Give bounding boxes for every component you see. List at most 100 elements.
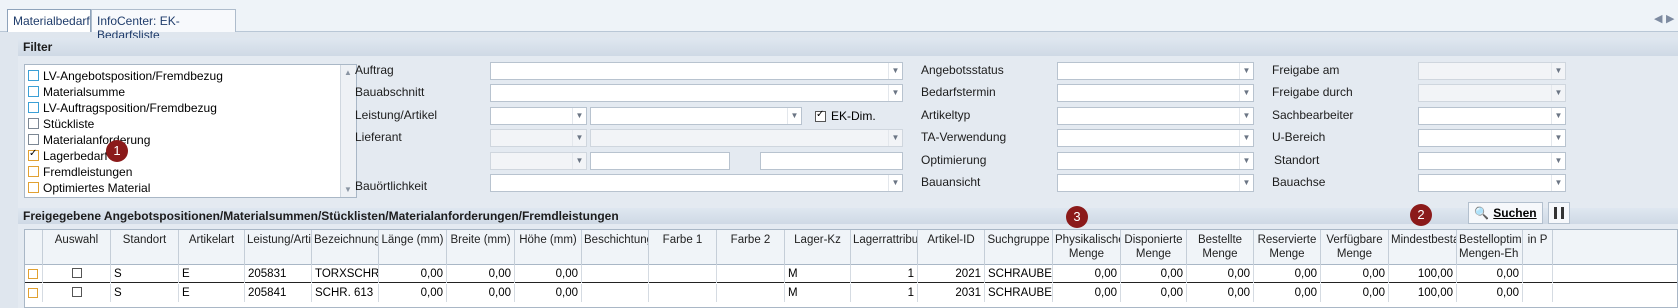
header-disponierte-menge[interactable]: Disponierte Menge	[1121, 230, 1187, 265]
type-item[interactable]: Materialsumme	[28, 84, 125, 99]
checkbox-icon[interactable]	[28, 166, 39, 177]
freigabe-am-combo[interactable]: ▼	[1418, 62, 1566, 80]
standort-combo[interactable]: ▼	[1418, 152, 1566, 170]
cell-auswahl[interactable]	[43, 284, 111, 302]
header-mindestbestand[interactable]: Mindestbesta	[1389, 230, 1457, 265]
header-verfuegbare-menge[interactable]: Verfügbare Menge	[1321, 230, 1389, 265]
header-in-p[interactable]: in P	[1523, 230, 1553, 265]
tab-materialbedarf[interactable]: Materialbedarf	[7, 9, 91, 32]
type-item[interactable]: LV-Angebotsposition/Fremdbezug	[28, 68, 223, 83]
chevron-down-icon[interactable]: ▼	[1551, 153, 1565, 169]
bedarfstermin-combo[interactable]: ▼	[1057, 84, 1254, 102]
checkbox-icon[interactable]	[71, 287, 82, 297]
header-standort[interactable]: Standort	[111, 230, 179, 265]
checkbox-icon[interactable]	[28, 134, 39, 145]
ta-verwendung-combo[interactable]: ▼	[1057, 129, 1254, 147]
table-row[interactable]: S E 205831 TORXSCHR. 0,00 0,00 0,00 M 1 …	[25, 265, 1677, 283]
tab-infocenter-ek-bedarfsliste[interactable]: InfoCenter: EK-Bedarfsliste	[91, 9, 236, 42]
sachbearbeiter-combo[interactable]: ▼	[1418, 107, 1566, 125]
header-farbe-1[interactable]: Farbe 1	[649, 230, 717, 265]
checkbox-icon[interactable]	[28, 182, 39, 193]
chevron-down-icon[interactable]: ▼	[888, 63, 902, 79]
header-bezeichnung[interactable]: Bezeichnung	[312, 230, 379, 265]
header-laenge[interactable]: Länge (mm)	[379, 230, 447, 265]
extra-field-2[interactable]	[760, 152, 903, 170]
auftrag-combo[interactable]: ▼	[490, 62, 903, 80]
header-auswahl[interactable]: Auswahl	[43, 230, 111, 265]
table-row[interactable]: S E 205841 SCHR. 613 0,00 0,00 0,00 M 1 …	[25, 284, 1677, 302]
chevron-down-icon[interactable]: ▼	[572, 130, 586, 146]
header-lager-kz[interactable]: Lager-Kz	[785, 230, 851, 265]
chevron-down-icon[interactable]: ▼	[1551, 175, 1565, 191]
type-item[interactable]: Lagerbedarf	[28, 148, 108, 163]
header-beschichtung[interactable]: Beschichtung	[582, 230, 649, 265]
header-breite[interactable]: Breite (mm)	[447, 230, 515, 265]
chevron-down-icon[interactable]: ▼	[1551, 108, 1565, 124]
tab-scroll-left-icon[interactable]: ◀	[1654, 12, 1662, 25]
optimierung-combo[interactable]: ▼	[1057, 152, 1254, 170]
type-item[interactable]: Optimiertes Material	[28, 180, 150, 195]
header-reservierte-menge[interactable]: Reservierte Menge	[1254, 230, 1321, 265]
checkbox-checked-icon[interactable]	[815, 109, 826, 122]
header-physikalische-menge[interactable]: Physikalische Menge	[1053, 230, 1121, 265]
ek-dim-checkbox[interactable]: EK-Dim.	[815, 109, 876, 123]
artikel-combo[interactable]: ▼	[590, 107, 802, 125]
chevron-down-icon[interactable]: ▼	[1551, 130, 1565, 146]
chevron-down-icon[interactable]: ▼	[888, 175, 902, 191]
chevron-down-icon[interactable]: ▼	[888, 130, 902, 146]
header-suchgruppe[interactable]: Suchgruppe	[985, 230, 1053, 265]
bauabschnitt-combo[interactable]: ▼	[490, 84, 903, 102]
artikeltyp-combo[interactable]: ▼	[1057, 107, 1254, 125]
scroll-up-icon[interactable]: ▲	[344, 68, 352, 77]
chevron-down-icon[interactable]: ▼	[572, 108, 586, 124]
type-item[interactable]: Materialanforderung	[28, 132, 150, 147]
extra-field-1[interactable]	[590, 152, 730, 170]
chevron-down-icon[interactable]: ▼	[787, 108, 801, 124]
chevron-down-icon[interactable]: ▼	[1239, 85, 1253, 101]
angebotsstatus-combo[interactable]: ▼	[1057, 62, 1254, 80]
bauansicht-combo[interactable]: ▼	[1057, 174, 1254, 192]
extra-combo[interactable]: ▼	[490, 152, 587, 170]
u-bereich-combo[interactable]: ▼	[1418, 129, 1566, 147]
checkbox-checked-icon[interactable]	[28, 148, 39, 161]
type-filter-list[interactable]: LV-Angebotsposition/Fremdbezug Materials…	[24, 64, 357, 198]
chevron-down-icon[interactable]: ▼	[1239, 175, 1253, 191]
checkbox-icon[interactable]	[28, 118, 39, 129]
chevron-down-icon[interactable]: ▼	[888, 85, 902, 101]
header-farbe-2[interactable]: Farbe 2	[717, 230, 785, 265]
leistung-combo[interactable]: ▼	[490, 107, 587, 125]
checkbox-icon[interactable]	[28, 70, 39, 81]
bauachse-combo[interactable]: ▼	[1418, 174, 1566, 192]
chevron-down-icon[interactable]: ▼	[1551, 63, 1565, 79]
checkbox-icon[interactable]	[28, 86, 39, 97]
type-item[interactable]: Fremdleistungen	[28, 164, 132, 179]
lieferant-name-combo[interactable]: ▼	[590, 129, 903, 147]
header-leistung-artikel[interactable]: Leistung/Arti	[245, 230, 312, 265]
header-lagerattribut[interactable]: Lagerrattribu	[851, 230, 918, 265]
results-grid[interactable]: Auswahl Standort Artikelart Leistung/Art…	[24, 229, 1678, 308]
bauoertlichkeit-combo[interactable]: ▼	[490, 174, 903, 192]
search-button[interactable]: 🔍 Suchen	[1468, 202, 1543, 224]
cell-auswahl[interactable]	[43, 265, 111, 283]
header-artikel-id[interactable]: Artikel-ID	[918, 230, 985, 265]
header-bestellte-menge[interactable]: Bestellte Menge	[1187, 230, 1254, 265]
header-hoehe[interactable]: Höhe (mm)	[515, 230, 582, 265]
freigabe-durch-combo[interactable]: ▼	[1418, 84, 1566, 102]
type-item[interactable]: Stückliste	[28, 116, 94, 131]
scroll-down-icon[interactable]: ▼	[344, 185, 352, 194]
type-item[interactable]: LV-Auftragsposition/Fremdbezug	[28, 100, 217, 115]
pause-button[interactable]	[1548, 202, 1570, 224]
chevron-down-icon[interactable]: ▼	[1551, 85, 1565, 101]
type-list-scrollbar[interactable]: ▲ ▼	[340, 65, 356, 197]
lieferant-combo[interactable]: ▼	[490, 129, 587, 147]
chevron-down-icon[interactable]: ▼	[1239, 108, 1253, 124]
header-bestelloptimum[interactable]: Bestelloptim Mengen-Eh (	[1457, 230, 1523, 265]
chevron-down-icon[interactable]: ▼	[1239, 153, 1253, 169]
header-artikelart[interactable]: Artikelart	[179, 230, 245, 265]
chevron-down-icon[interactable]: ▼	[1239, 130, 1253, 146]
checkbox-icon[interactable]	[28, 102, 39, 113]
chevron-down-icon[interactable]: ▼	[1239, 63, 1253, 79]
chevron-down-icon[interactable]: ▼	[572, 153, 586, 169]
checkbox-icon[interactable]	[71, 268, 82, 278]
tab-scroll-right-icon[interactable]: ▶	[1666, 12, 1674, 25]
